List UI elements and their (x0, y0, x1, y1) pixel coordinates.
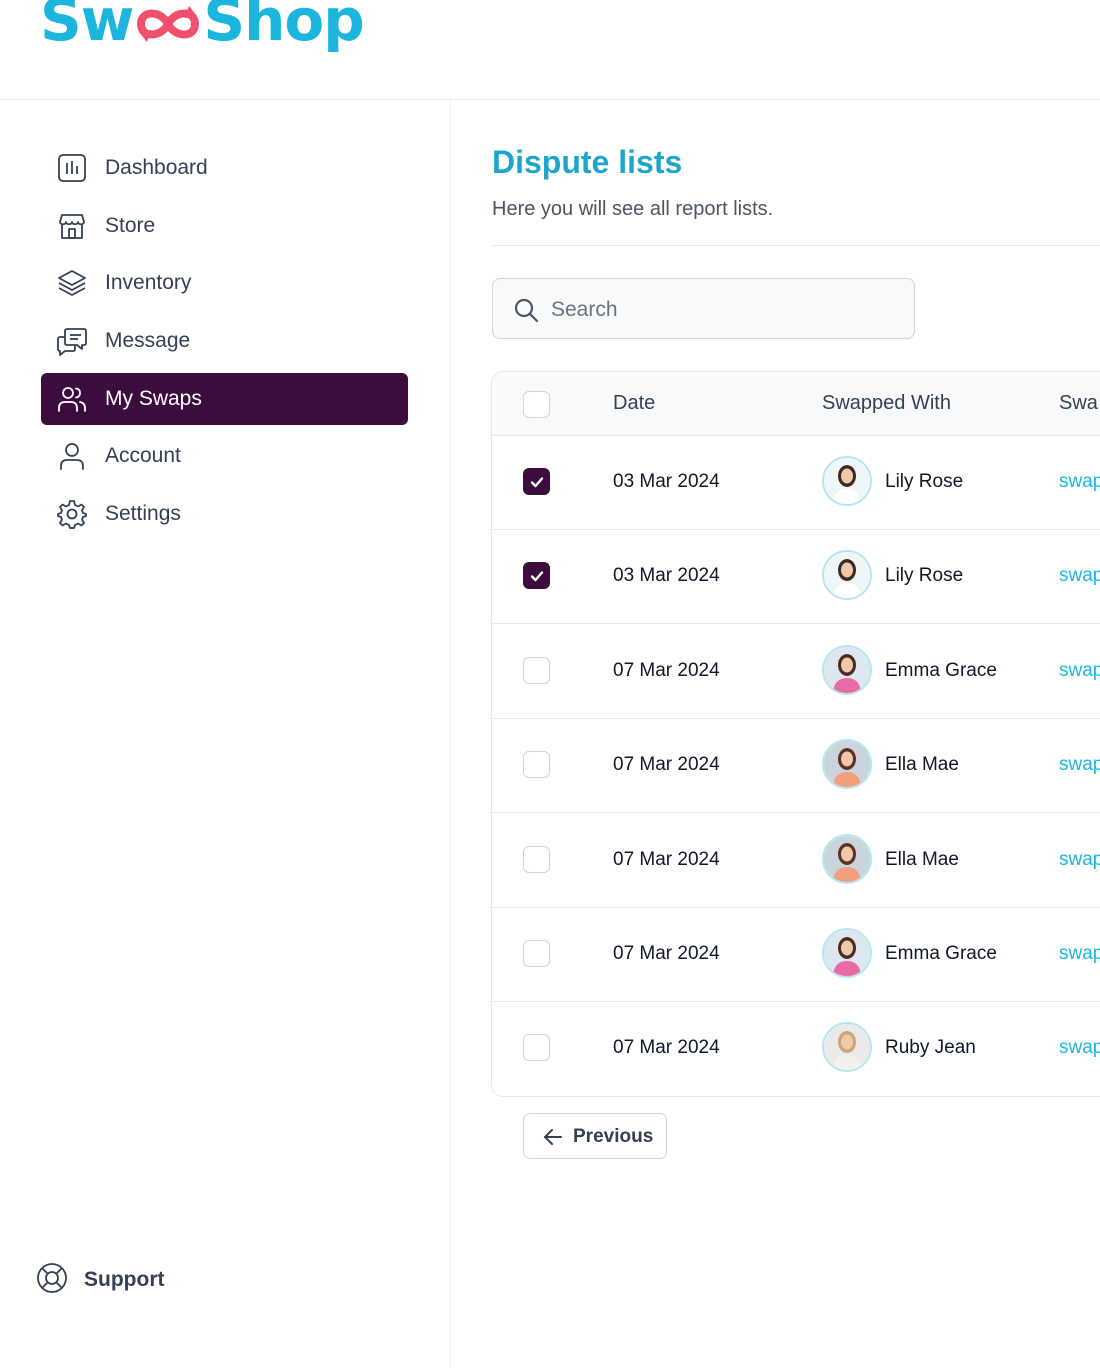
row-checkbox[interactable] (523, 656, 550, 684)
support-label: Support (84, 1268, 165, 1291)
avatar (822, 550, 872, 601)
cell-swap-link[interactable]: swap (1059, 754, 1100, 776)
cell-swapped-with: Emma Grace (885, 659, 997, 681)
sidebar: Dashboard Store Inventory Message My Swa… (0, 100, 451, 1368)
logo-text-right: Shop (203, 0, 364, 54)
cell-swapped-with: Ruby Jean (885, 1037, 976, 1059)
avatar (822, 644, 872, 695)
sidebar-item-inventory[interactable]: Inventory (41, 257, 408, 309)
cell-date: 07 Mar 2024 (613, 943, 720, 964)
main-content: Dispute lists Here you will see all repo… (451, 100, 1100, 1368)
cell-swapped-with: Lily Rose (885, 565, 964, 587)
avatar (822, 1022, 872, 1073)
column-header-date[interactable]: Date (613, 392, 655, 415)
previous-page-button[interactable]: Previous (523, 1113, 667, 1159)
row-checkbox[interactable] (523, 1034, 550, 1062)
sidebar-item-label: Store (105, 214, 156, 237)
lifebuoy-icon (36, 1262, 68, 1299)
sidebar-item-label: Account (105, 444, 181, 467)
select-all-checkbox[interactable] (523, 391, 550, 418)
cell-swap-link[interactable]: swap (1059, 471, 1100, 493)
gear-icon (56, 498, 88, 530)
check-icon (530, 476, 543, 487)
sidebar-item-label: Settings (105, 502, 181, 525)
swap-infinity-logo-icon (137, 6, 200, 42)
swapshop-logo[interactable]: Sw Shop (40, 0, 365, 60)
search-box (492, 278, 915, 339)
cell-date: 07 Mar 2024 (613, 1037, 720, 1059)
support-link[interactable]: Support (36, 1260, 164, 1300)
avatar (822, 739, 872, 790)
check-icon (530, 571, 543, 582)
table-row[interactable]: 07 Mar 2024 Ella Mae swap (492, 718, 1100, 814)
cell-date: 07 Mar 2024 (613, 754, 720, 776)
table-row[interactable]: 03 Mar 2024 Lily Rose swap (492, 435, 1100, 530)
cell-swapped-with: Ella Mae (885, 754, 959, 776)
row-checkbox[interactable] (523, 468, 550, 495)
table-row[interactable]: 07 Mar 2024 Emma Grace swap (492, 907, 1100, 1002)
cell-swap-link[interactable]: swap (1059, 1037, 1100, 1059)
sidebar-item-dashboard[interactable]: Dashboard (41, 142, 408, 194)
cell-swap-link[interactable]: swap (1059, 565, 1100, 587)
cell-swap-link[interactable]: swap (1059, 943, 1100, 965)
cell-swapped-with: Ella Mae (885, 848, 959, 870)
table-row[interactable]: 07 Mar 2024 Emma Grace swap (492, 624, 1100, 719)
row-checkbox[interactable] (523, 751, 550, 779)
cell-date: 07 Mar 2024 (613, 848, 720, 870)
column-header-swap[interactable]: Swa (1059, 392, 1098, 415)
table-row[interactable]: 07 Mar 2024 Ella Mae swap (492, 813, 1100, 908)
sidebar-item-label: Dashboard (105, 156, 208, 179)
table-row[interactable]: 07 Mar 2024 Ruby Jean swap (492, 1001, 1100, 1095)
avatar (822, 928, 872, 978)
users-icon (56, 383, 88, 415)
sidebar-item-my-swaps[interactable]: My Swaps (41, 373, 408, 425)
divider (492, 245, 1100, 246)
page-subtitle: Here you will see all report lists. (492, 198, 774, 220)
top-header: Sw Shop (0, 0, 1100, 100)
table-row[interactable]: 03 Mar 2024 Lily Rose swap (492, 529, 1100, 625)
bar-chart-icon (56, 152, 88, 184)
sidebar-item-label: Message (105, 329, 191, 352)
sidebar-item-account[interactable]: Account (41, 430, 408, 482)
cell-date: 07 Mar 2024 (613, 659, 720, 681)
row-checkbox[interactable] (523, 845, 550, 873)
cell-date: 03 Mar 2024 (613, 565, 720, 587)
cell-swap-link[interactable]: swap (1059, 849, 1100, 871)
search-input[interactable] (549, 291, 893, 329)
table-header: Date Swapped With Swa (492, 372, 1100, 436)
dispute-table: Date Swapped With Swa 03 Mar 2024 Lily Ro… (491, 371, 1100, 1097)
cell-swapped-with: Lily Rose (885, 471, 964, 492)
cell-swap-link[interactable]: swap (1059, 660, 1100, 682)
cell-date: 03 Mar 2024 (613, 471, 720, 492)
chat-icon (56, 325, 88, 357)
column-header-swapped-with[interactable]: Swapped With (822, 392, 951, 415)
row-checkbox[interactable] (523, 940, 550, 967)
sidebar-item-label: My Swaps (105, 387, 202, 410)
arrow-left-icon (542, 1126, 564, 1153)
user-icon (56, 440, 88, 472)
sidebar-item-message[interactable]: Message (41, 315, 408, 367)
logo-text-left: Sw (40, 0, 134, 54)
sidebar-item-settings[interactable]: Settings (41, 488, 408, 540)
previous-button-label: Previous (573, 1126, 654, 1147)
store-icon (56, 210, 88, 242)
sidebar-item-store[interactable]: Store (41, 200, 408, 252)
avatar (822, 833, 872, 884)
row-checkbox[interactable] (523, 562, 550, 590)
search-icon (513, 297, 539, 328)
avatar (822, 456, 872, 506)
cell-swapped-with: Emma Grace (885, 943, 997, 964)
sidebar-item-label: Inventory (105, 271, 192, 294)
page-title: Dispute lists (492, 144, 683, 180)
layers-icon (56, 267, 88, 299)
